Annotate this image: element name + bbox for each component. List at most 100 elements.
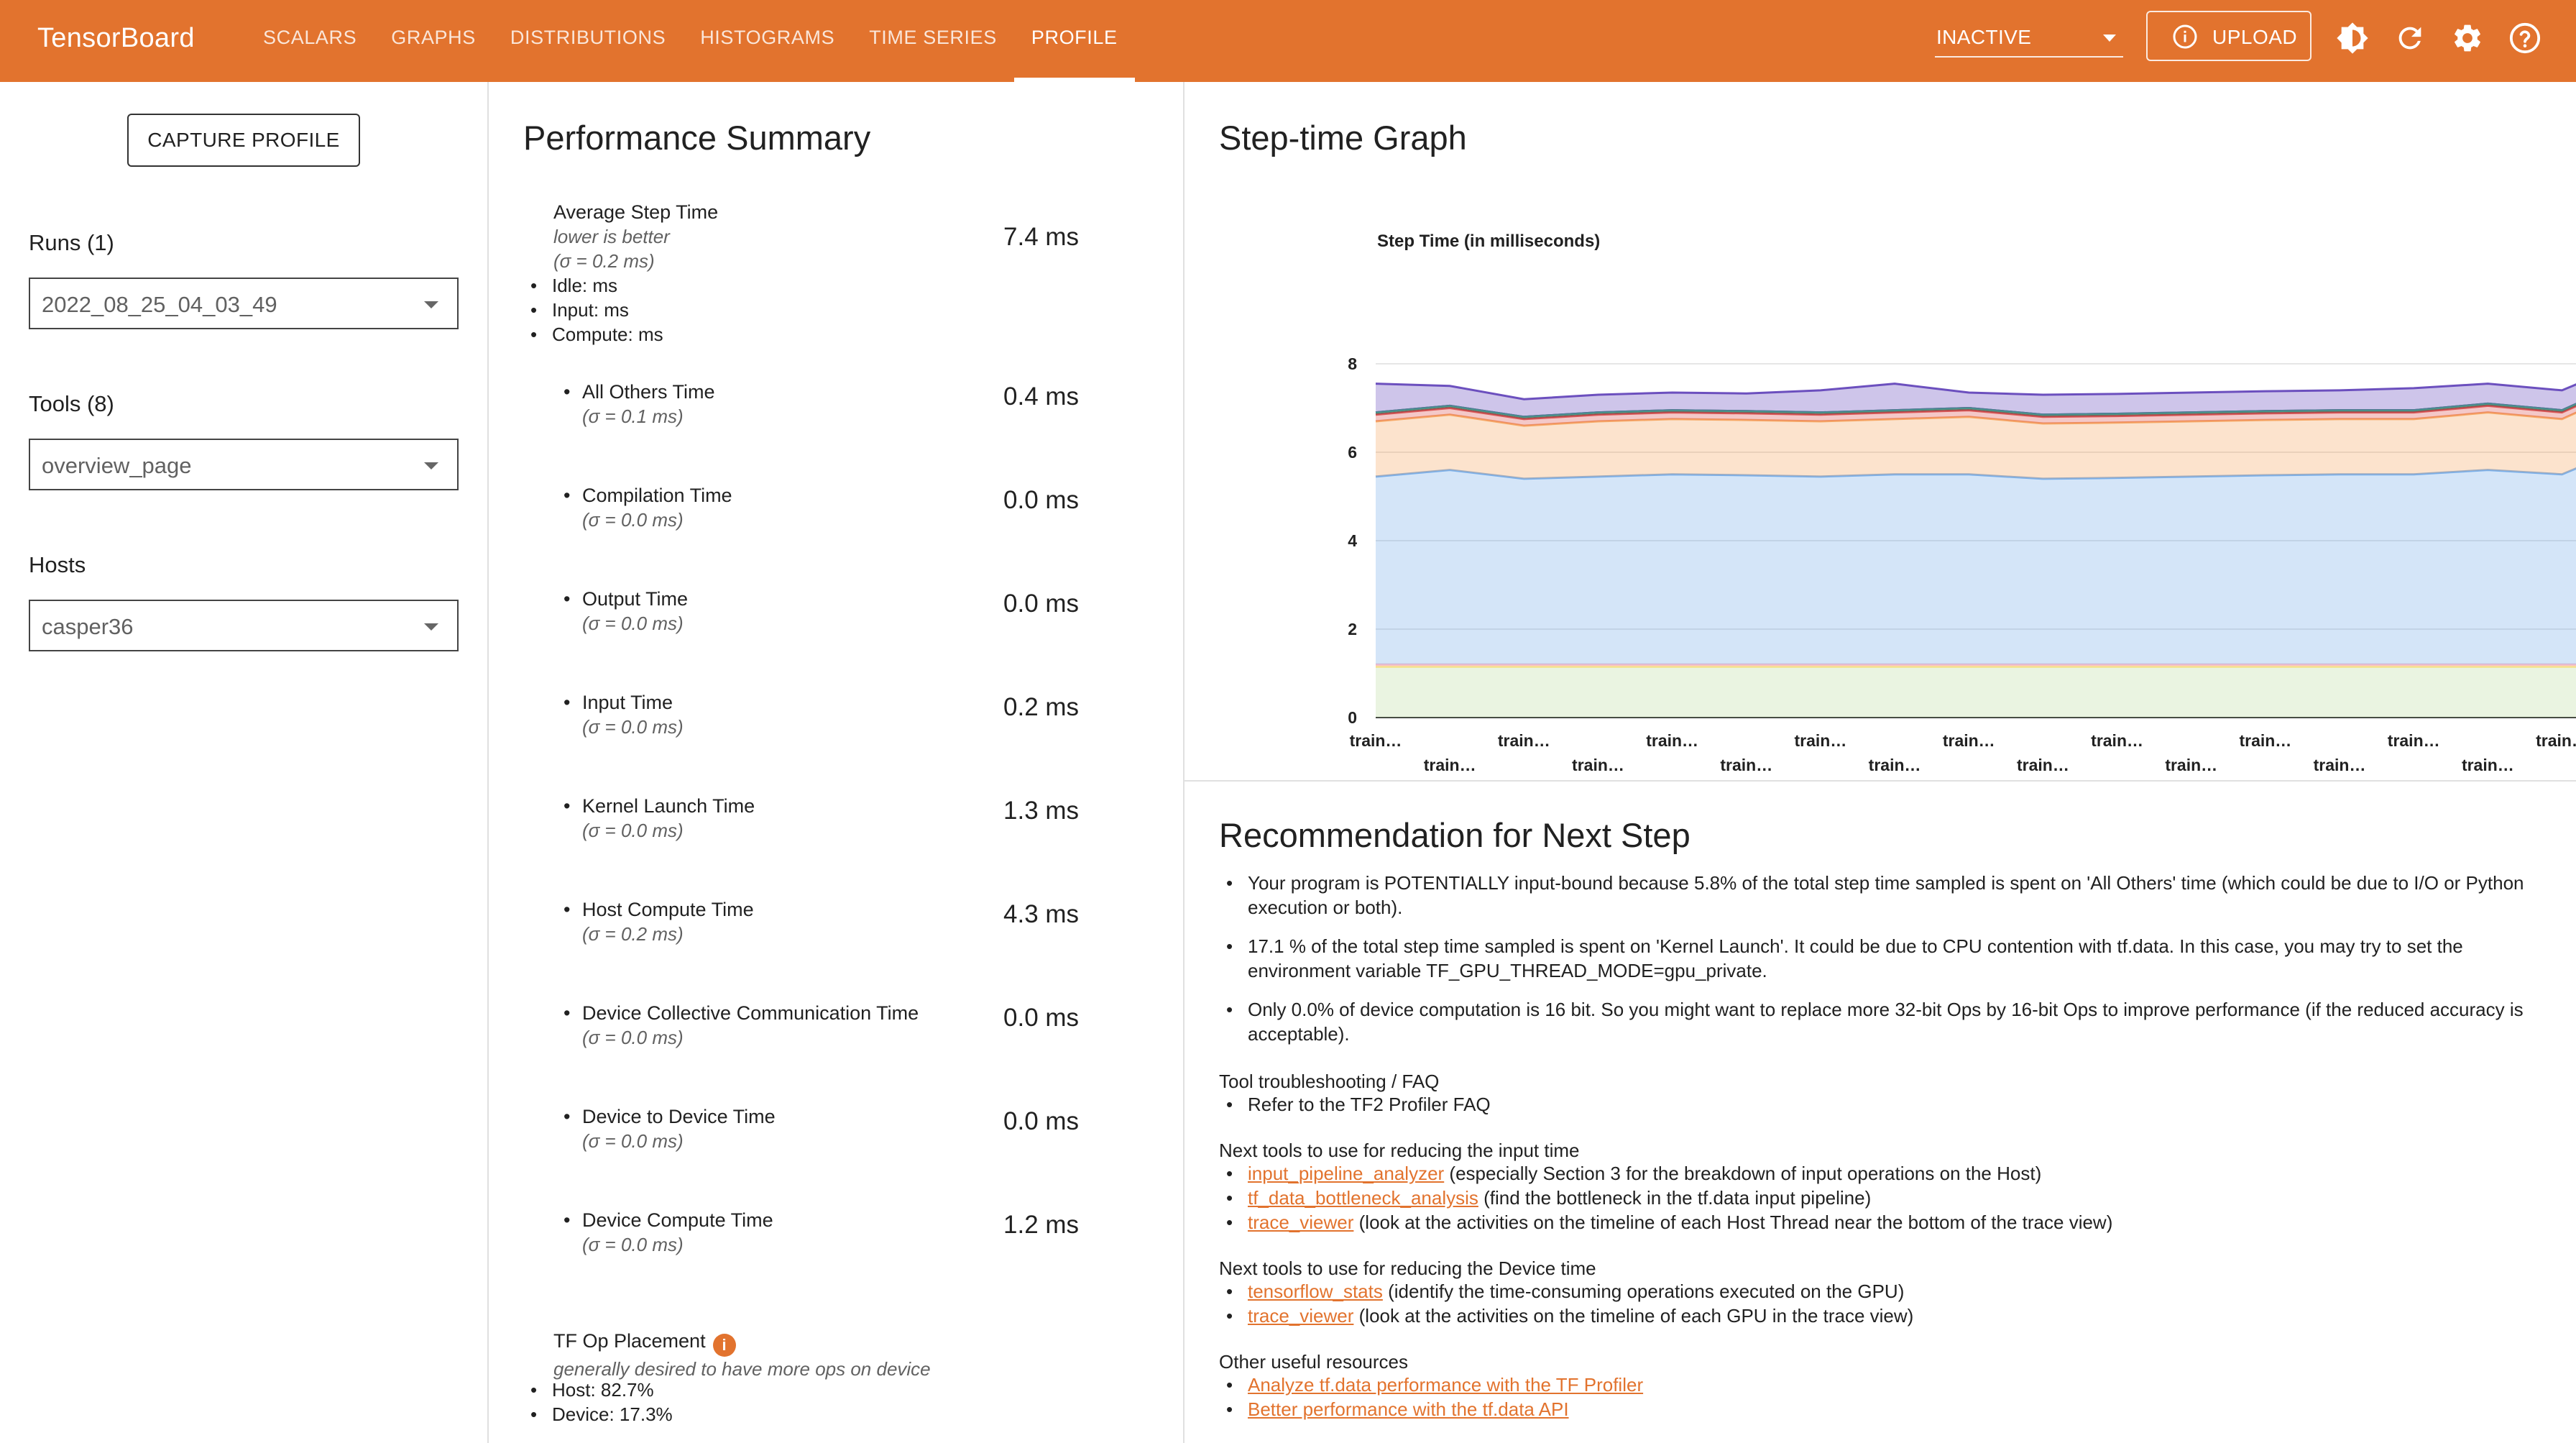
x-tick-label: train… [1498, 731, 1550, 750]
x-tick-label: train… [2091, 731, 2143, 750]
metric-value: 0.0 ms [1003, 486, 1080, 514]
plugin-status-value: INACTIVE [1936, 26, 2032, 48]
input-time-line: Input: ms [530, 298, 629, 322]
metric-sigma: (σ = 0.0 ms) [582, 1027, 684, 1048]
recommendation-item: Your program is POTENTIALLY input-bound … [1226, 871, 2556, 920]
x-tick-label: train… [2536, 731, 2576, 750]
y-tick-label: 6 [1348, 443, 1357, 462]
recommendation-title: Recommendation for Next Step [1219, 816, 1690, 854]
tab-histograms[interactable]: HISTOGRAMS [683, 0, 852, 82]
resources-heading: Other useful resources [1219, 1351, 1409, 1373]
tab-time-series[interactable]: TIME SERIES [852, 0, 1014, 82]
y-tick-label: 8 [1348, 354, 1357, 373]
x-tick-label: train… [1720, 756, 1772, 774]
recommendation-panel: Recommendation for Next Step Your progra… [1184, 782, 2576, 1443]
compute-time-line: Compute: ms [530, 322, 663, 347]
runs-select-value: 2022_08_25_04_03_49 [42, 292, 277, 317]
metric-sigma: (σ = 0.1 ms) [582, 406, 684, 427]
average-step-time: Average Step Time lower is better (σ = 0… [553, 200, 718, 273]
trace-viewer-link[interactable]: trace_viewer [1248, 1211, 1353, 1233]
metric-value: 0.2 ms [1003, 693, 1080, 721]
metric-name: Device Compute Time [564, 1208, 773, 1232]
capture-profile-button[interactable]: CAPTURE PROFILE [127, 114, 360, 167]
tab-profile[interactable]: PROFILE [1013, 0, 1135, 82]
metric-sigma: (σ = 0.0 ms) [582, 1234, 684, 1255]
step-time-chart[interactable]: 0 2 4 6 8 train… train… train… train… train… train… [1184, 82, 2576, 782]
settings-icon[interactable] [2451, 22, 2484, 55]
runs-select[interactable]: 2022_08_25_04_03_49 [29, 278, 459, 329]
refresh-icon[interactable] [2393, 22, 2426, 55]
x-tick-label: train… [2017, 756, 2069, 774]
trace-viewer-link[interactable]: trace_viewer [1248, 1305, 1353, 1327]
upload-button[interactable]: UPLOAD [2146, 11, 2312, 61]
x-tick-label: train… [1572, 756, 1624, 774]
info-icon[interactable]: i [712, 1334, 736, 1357]
tools-select[interactable]: overview_page [29, 439, 459, 490]
input-pipeline-analyzer-link[interactable]: input_pipeline_analyzer [1248, 1163, 1444, 1184]
profile-sidebar: CAPTURE PROFILE Runs (1) 2022_08_25_04_0… [0, 82, 489, 1443]
x-tick-label: train… [2239, 731, 2291, 750]
analyze-tf-data-link[interactable]: Analyze tf.data performance with the TF … [1248, 1374, 1643, 1396]
brightness-icon[interactable] [2336, 22, 2369, 55]
metric-value: 1.3 ms [1003, 797, 1080, 825]
troubleshooting-heading: Tool troubleshooting / FAQ [1219, 1071, 1440, 1092]
tool-description: (find the bottleneck in the tf.data inpu… [1478, 1187, 1872, 1209]
x-tick-label: train… [1943, 731, 1995, 750]
x-tick-label: train… [1424, 756, 1476, 774]
tab-distributions[interactable]: DISTRIBUTIONS [493, 0, 683, 82]
chevron-down-icon [424, 462, 438, 469]
tool-item-trace-viewer: trace_viewer (look at the activities on … [1226, 1210, 2113, 1234]
metric-sigma: (σ = 0.0 ms) [582, 716, 684, 738]
tf-data-bottleneck-analysis-link[interactable]: tf_data_bottleneck_analysis [1248, 1187, 1478, 1209]
tool-item-trace-viewer-gpu: trace_viewer (look at the activities on … [1226, 1304, 1914, 1328]
recommendation-item: 17.1 % of the total step time sampled is… [1226, 934, 2556, 983]
tf-op-placement: TF Op Placement i generally desired to ha… [553, 1329, 931, 1381]
tab-scalars[interactable]: SCALARS [246, 0, 374, 82]
tools-select-value: overview_page [42, 453, 192, 478]
tab-graphs[interactable]: GRAPHS [374, 0, 493, 82]
tensorflow-stats-link[interactable]: tensorflow_stats [1248, 1281, 1383, 1302]
plugin-tabs: SCALARS GRAPHS DISTRIBUTIONS HISTOGRAMS … [246, 0, 1135, 82]
metric-sigma: (σ = 0.2 ms) [582, 923, 684, 945]
x-tick-label: train… [1646, 731, 1698, 750]
hosts-select[interactable]: casper36 [29, 600, 459, 651]
app-title: TensorBoard [37, 23, 195, 53]
x-tick-label: train… [2314, 756, 2366, 774]
tool-description: (especially Section 3 for the breakdown … [1444, 1163, 2042, 1184]
recommendation-item: Only 0.0% of device computation is 16 bi… [1226, 997, 2556, 1046]
upload-label: UPLOAD [2212, 26, 2298, 48]
tool-description: (look at the activities on the timeline … [1353, 1211, 2113, 1233]
info-icon [2173, 24, 2197, 49]
metric-hint: lower is better [553, 226, 670, 247]
series-area [1376, 666, 2576, 718]
metric-name: All Others Time [564, 380, 714, 404]
chevron-down-icon [424, 623, 438, 631]
hosts-label: Hosts [29, 552, 86, 577]
tool-item-tf-data-bottleneck-analysis: tf_data_bottleneck_analysis (find the bo… [1226, 1186, 1872, 1210]
resource-item: Better performance with the tf.data API [1226, 1397, 1569, 1421]
tf-data-performance-link[interactable]: Better performance with the tf.data API [1248, 1398, 1569, 1420]
metric-name: Input Time [564, 690, 673, 715]
metric-sigma: (σ = 0.0 ms) [582, 820, 684, 841]
metric-value: 0.0 ms [1003, 1004, 1080, 1032]
metric-name: Device Collective Communication Time [564, 1001, 919, 1025]
metric-name: Device to Device Time [564, 1104, 776, 1129]
x-tick-label: train… [1795, 731, 1847, 750]
runs-label: Runs (1) [29, 230, 114, 255]
metric-value: 1.2 ms [1003, 1211, 1080, 1239]
metric-name: TF Op Placement i [553, 1329, 931, 1357]
performance-summary-title: Performance Summary [523, 119, 871, 157]
metric-name: Average Step Time [553, 201, 719, 223]
x-tick-label: train… [2165, 756, 2217, 774]
y-tick-label: 0 [1348, 708, 1357, 727]
input-tools-heading: Next tools to use for reducing the input… [1219, 1140, 1580, 1161]
x-tick-label: train… [2388, 731, 2440, 750]
x-tick-label: train… [1869, 756, 1921, 774]
tool-description: (look at the activities on the timeline … [1353, 1305, 1914, 1327]
help-icon[interactable] [2508, 22, 2542, 55]
plugin-status-select[interactable]: INACTIVE [1935, 20, 2123, 58]
top-app-bar: TensorBoard SCALARS GRAPHS DISTRIBUTIONS… [0, 0, 2576, 82]
metric-name: Compilation Time [564, 483, 732, 508]
metric-sigma: (σ = 0.0 ms) [582, 509, 684, 531]
idle-time-line: Idle: ms [530, 273, 617, 298]
